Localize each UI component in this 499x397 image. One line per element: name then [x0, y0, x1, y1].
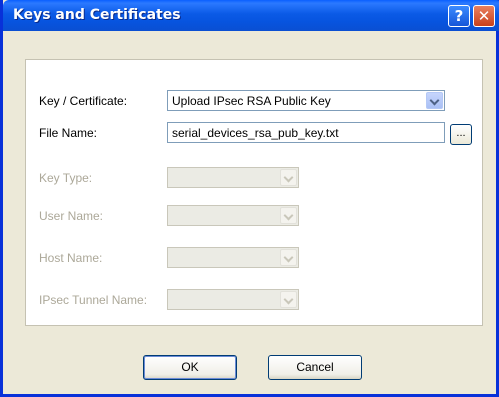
user-name-label: User Name: [39, 209, 104, 223]
key-certificate-value: Upload IPsec RSA Public Key [172, 94, 331, 108]
ok-button[interactable]: OK [143, 355, 237, 380]
chevron-down-icon [283, 294, 294, 305]
close-icon: ✕ [477, 7, 491, 25]
host-name-label: Host Name: [39, 251, 103, 265]
browse-button[interactable]: ... [450, 124, 472, 145]
user-name-dropdown-button[interactable] [280, 207, 297, 224]
chevron-down-icon [429, 95, 440, 106]
key-type-select[interactable] [167, 167, 299, 188]
chevron-down-icon [283, 172, 294, 183]
host-name-dropdown-button[interactable] [280, 249, 297, 266]
key-certificate-select[interactable]: Upload IPsec RSA Public Key [167, 90, 445, 111]
dialog-title: Keys and Certificates [13, 7, 181, 23]
keys-and-certificates-dialog: Keys and Certificates ? ✕ Key / Certific… [0, 0, 499, 397]
form-panel: Key / Certificate: Upload IPsec RSA Publ… [25, 59, 483, 326]
ok-label: OK [181, 360, 199, 374]
cancel-button[interactable]: Cancel [268, 355, 362, 380]
key-type-label: Key Type: [39, 171, 93, 185]
key-type-dropdown-button[interactable] [280, 169, 297, 186]
title-bar[interactable]: Keys and Certificates ? ✕ [3, 0, 499, 31]
key-certificate-dropdown-button[interactable] [426, 92, 443, 109]
file-name-field[interactable] [167, 122, 445, 143]
key-certificate-label: Key / Certificate: [39, 94, 128, 108]
ipsec-tunnel-name-dropdown-button[interactable] [280, 291, 297, 308]
host-name-select[interactable] [167, 247, 299, 268]
chevron-down-icon [283, 210, 294, 221]
browse-label: ... [456, 127, 466, 139]
close-button[interactable]: ✕ [473, 5, 495, 27]
file-name-input[interactable] [168, 123, 444, 142]
ipsec-tunnel-name-select[interactable] [167, 289, 299, 310]
ipsec-tunnel-name-label: IPsec Tunnel Name: [39, 293, 148, 307]
help-button[interactable]: ? [448, 5, 470, 27]
cancel-label: Cancel [296, 360, 334, 374]
help-icon: ? [454, 7, 464, 25]
user-name-select[interactable] [167, 205, 299, 226]
file-name-label: File Name: [39, 126, 98, 140]
chevron-down-icon [283, 252, 294, 263]
